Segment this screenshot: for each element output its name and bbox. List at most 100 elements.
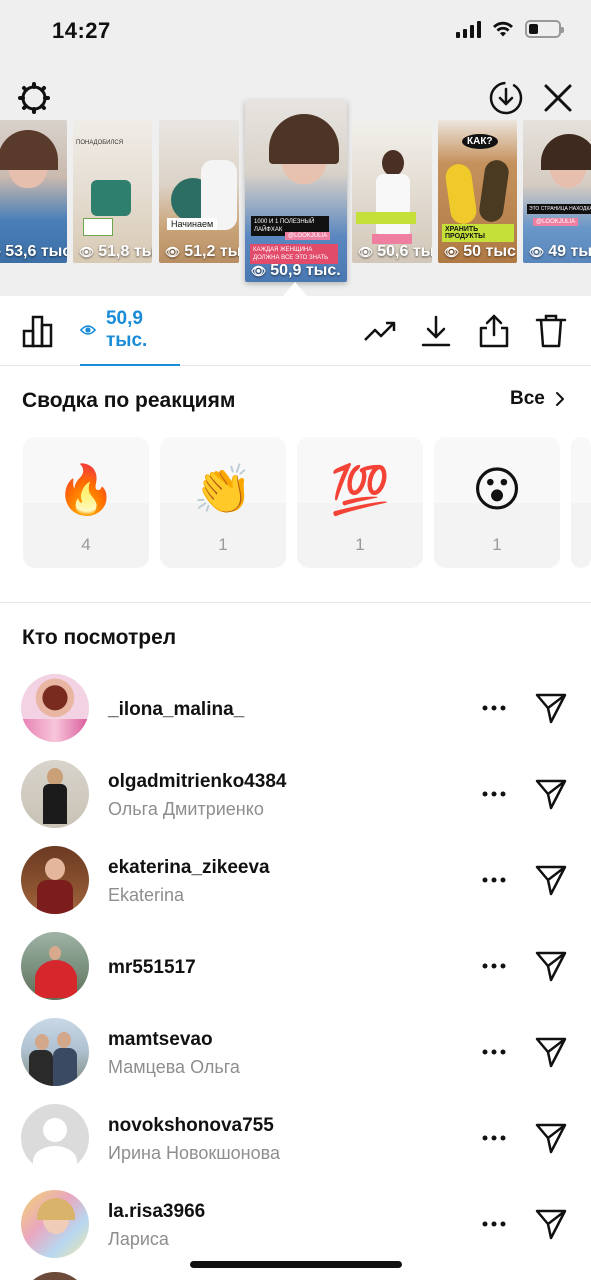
reaction-card-fire[interactable]: 🔥 4 [23, 437, 149, 568]
viewer-username[interactable]: mamtsevao [108, 1029, 213, 1051]
viewers-title: Кто посмотрел [22, 626, 177, 649]
viewer-username[interactable]: novokshonova755 [108, 1115, 274, 1137]
story-thumbnail[interactable]: 👁50,6 тыс [352, 120, 432, 263]
hundred-points-icon: 💯 [330, 464, 390, 517]
viewer-row[interactable]: olgadmitrienko4384 Ольга Дмитриенко [0, 751, 591, 837]
more-options-button[interactable] [478, 1122, 510, 1154]
story-thumbnails: 👁53,6 тыс ПОНАДОБИЛСЯ 👁51,8 тыс Начинаем… [0, 100, 591, 290]
tab-viewers[interactable]: 50,9 тыс. [80, 296, 180, 366]
send-message-button[interactable] [532, 689, 570, 727]
more-options-button[interactable] [478, 864, 510, 896]
avatar-placeholder[interactable] [21, 1104, 89, 1172]
send-message-button[interactable] [532, 861, 570, 899]
story-thumbnail[interactable]: КАК? ХРАНИТЬ ПРОДУКТЫ 👁 50 тыс [438, 120, 517, 263]
send-message-button[interactable] [532, 775, 570, 813]
viewer-row[interactable]: ekaterina_zikeeva Ekaterina [0, 837, 591, 923]
story-views: 👁50,6 тыс [358, 243, 432, 260]
story-caption: ПОНАДОБИЛСЯ [76, 140, 124, 146]
story-handle: @LOOKJULIA [533, 218, 579, 226]
viewer-fullname: Мамцева Ольга [108, 1057, 240, 1077]
reaction-count: 1 [492, 535, 502, 554]
eye-icon [80, 325, 96, 335]
download-button[interactable] [417, 312, 455, 350]
paper-plane-icon [535, 1209, 567, 1240]
viewer-fullname: Ekaterina [108, 885, 185, 905]
avatar[interactable] [21, 846, 89, 914]
reactions-title: Сводка по реакциям [22, 389, 236, 412]
download-icon [421, 315, 451, 347]
story-views: 👁53,6 тыс [0, 243, 67, 260]
avatar[interactable] [21, 932, 89, 1000]
viewer-username[interactable]: mr551517 [108, 957, 196, 979]
avatar[interactable] [21, 1272, 89, 1280]
more-options-button[interactable] [478, 1036, 510, 1068]
paper-plane-icon [535, 865, 567, 896]
story-thumbnail[interactable]: 👁53,6 тыс [0, 120, 67, 263]
reaction-count: 1 [218, 535, 228, 554]
story-caption: Начинаем [167, 218, 218, 230]
chevron-right-icon [555, 392, 564, 406]
avatar[interactable] [21, 1018, 89, 1086]
paper-plane-icon [535, 779, 567, 810]
paper-plane-icon [535, 1037, 567, 1068]
reaction-card-clap[interactable]: 👏 1 [160, 437, 286, 568]
more-horizontal-icon [482, 963, 506, 969]
avatar[interactable] [21, 760, 89, 828]
trash-icon [535, 314, 567, 348]
more-options-button[interactable] [478, 1208, 510, 1240]
more-horizontal-icon [482, 1049, 506, 1055]
viewer-row[interactable]: la.risa3966 Лариса [0, 1181, 591, 1267]
story-thumbnail[interactable]: ЭТО СТРАНИЦА НАХОДКА @LOOKJULIA 👁49 тыс [523, 120, 591, 263]
reaction-card-hundred[interactable]: 💯 1 [297, 437, 423, 568]
more-options-button[interactable] [478, 692, 510, 724]
status-time: 14:27 [52, 18, 111, 43]
status-bar: 14:27 [0, 0, 591, 60]
viewer-row[interactable]: mamtsevao Мамцева Ольга [0, 1009, 591, 1095]
reaction-card-surprised[interactable]: 😮 1 [434, 437, 560, 568]
reactions-all-link[interactable]: Все [510, 388, 565, 410]
stories-header: 14:27 53,6 тыс ПОНАДОБИЛСЯ 👁 51,8 ты Нач… [0, 0, 591, 296]
story-thumbnail-selected[interactable]: 1000 И 1 ПОЛЕЗНЫЙ ЛАЙФХАК @LOOKJULIA КАЖД… [245, 100, 347, 282]
more-horizontal-icon [482, 877, 506, 883]
send-message-button[interactable] [532, 1205, 570, 1243]
viewer-username[interactable]: la.risa3966 [108, 1201, 205, 1223]
story-thumbnail[interactable]: ПОНАДОБИЛСЯ 👁51,8 тыс [73, 120, 152, 263]
signal-icon [456, 20, 481, 38]
story-views: 👁 50,9 тыс. [251, 262, 341, 279]
section-divider [0, 602, 591, 603]
home-indicator[interactable] [190, 1261, 402, 1268]
share-button[interactable] [475, 312, 513, 350]
insights-button[interactable] [20, 312, 58, 350]
wifi-icon [493, 21, 513, 37]
share-icon [479, 314, 509, 348]
more-options-button[interactable] [478, 950, 510, 982]
viewer-username[interactable]: _ilona_malina_ [108, 699, 244, 721]
delete-button[interactable] [532, 312, 570, 350]
story-views: 👁51,2 тыс [165, 243, 239, 260]
more-options-button[interactable] [478, 778, 510, 810]
reaction-card-partial[interactable] [571, 437, 591, 568]
story-views: 👁51,8 тыс [79, 243, 152, 260]
more-horizontal-icon [482, 705, 506, 711]
viewer-row[interactable]: _ilona_malina_ [0, 665, 591, 751]
paper-plane-icon [535, 693, 567, 724]
story-thumbnail[interactable]: Начинаем 👁51,2 тыс [159, 120, 239, 263]
viewer-username[interactable]: ekaterina_zikeeva [108, 857, 270, 879]
send-message-button[interactable] [532, 1119, 570, 1157]
send-message-button[interactable] [532, 1033, 570, 1071]
promote-button[interactable] [361, 312, 399, 350]
viewer-username[interactable]: olgadmitrienko4384 [108, 771, 286, 793]
send-message-button[interactable] [532, 947, 570, 985]
viewer-fullname: Ольга Дмитриенко [108, 799, 264, 819]
avatar[interactable] [21, 1190, 89, 1258]
story-toolbar: 50,9 тыс. [0, 296, 591, 366]
avatar[interactable] [21, 674, 89, 742]
story-views: 👁49 тыс [529, 243, 591, 260]
reaction-count: 4 [81, 535, 91, 554]
viewer-row[interactable]: novokshonova755 Ирина Новокшонова [0, 1095, 591, 1181]
viewer-row[interactable]: mr551517 [0, 923, 591, 1009]
status-icons [456, 20, 564, 38]
clap-icon: 👏 [193, 464, 253, 517]
viewer-fullname: Ирина Новокшонова [108, 1143, 280, 1163]
story-caption: ЭТО СТРАНИЦА НАХОДКА [527, 204, 591, 214]
